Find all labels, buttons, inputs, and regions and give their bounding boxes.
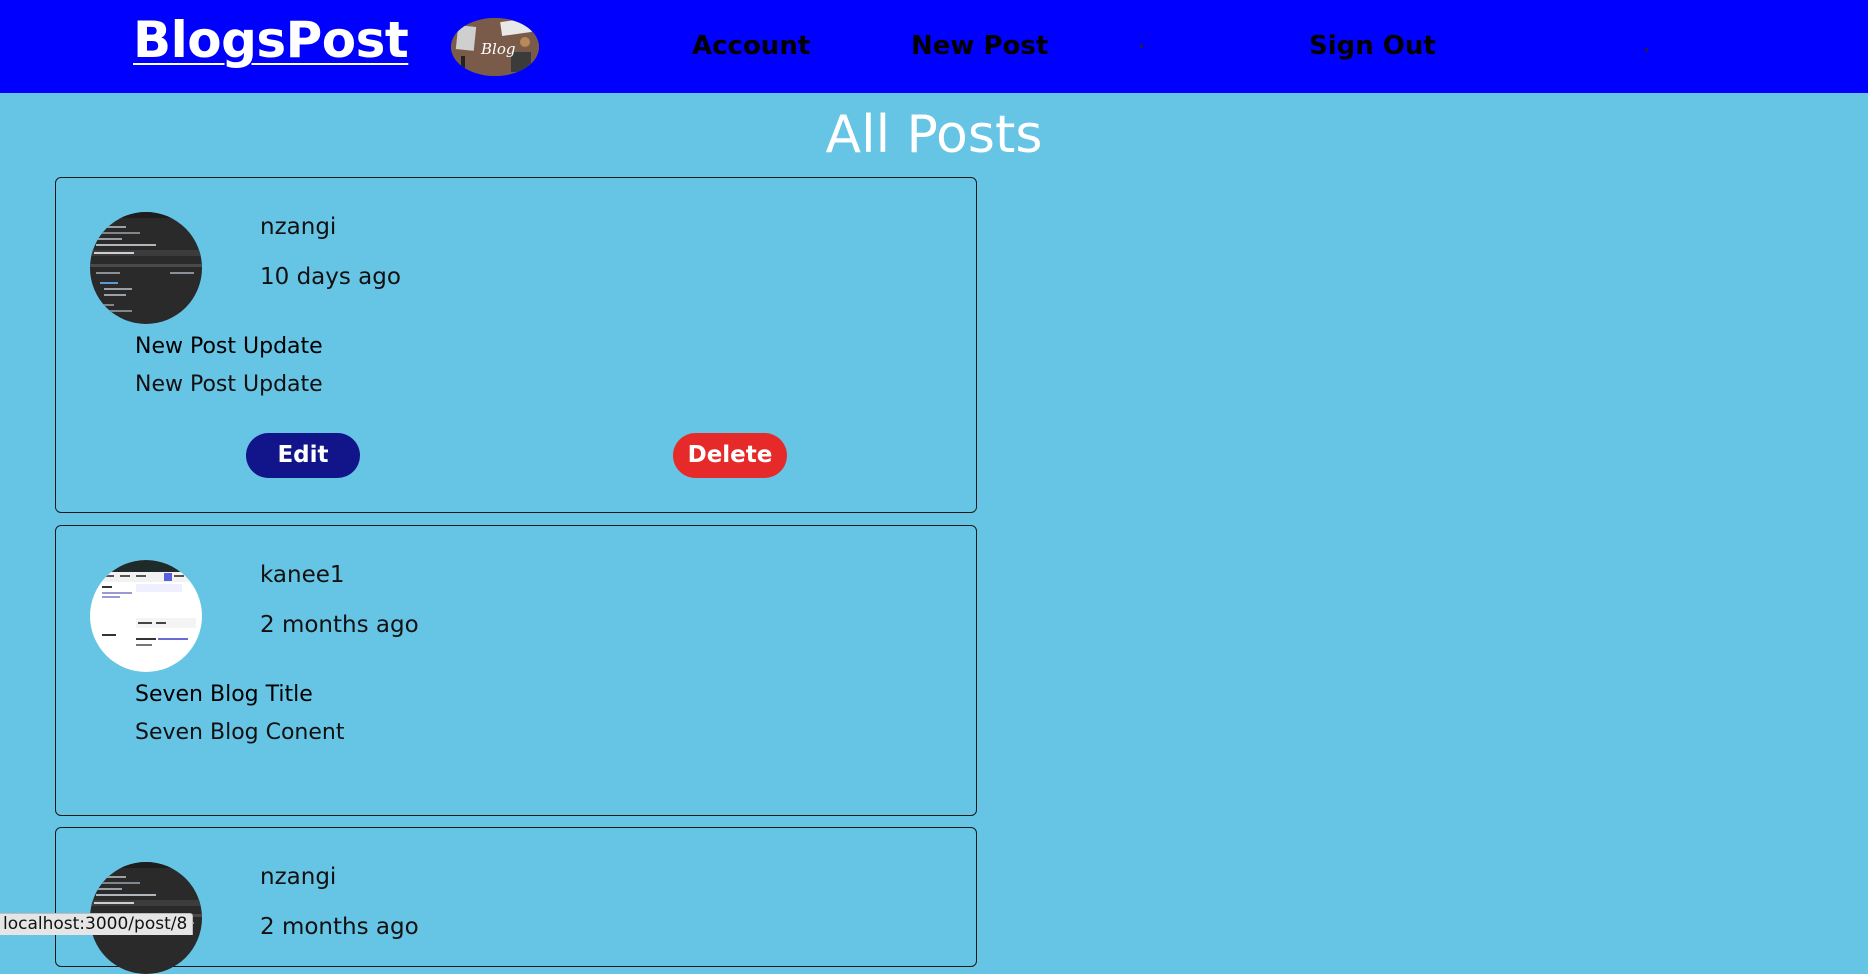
post-card: nzangi 2 months ago [55, 827, 977, 974]
post-time: 2 months ago [260, 914, 419, 940]
post-card: nzangi 10 days ago New Post Update New P… [55, 177, 977, 513]
logo-text: Blog [480, 40, 515, 58]
nav-dot-icon [1645, 48, 1648, 52]
nav-sign-out-link[interactable]: Sign Out [1309, 28, 1436, 64]
top-navbar: BlogsPost Blog Account New Post Sign Out [0, 0, 1868, 93]
blog-logo-image[interactable]: Blog [451, 18, 539, 76]
post-title[interactable]: Seven Blog Title [135, 680, 313, 710]
edit-button[interactable]: Edit [246, 433, 360, 478]
nav-dot-icon [1140, 44, 1143, 48]
delete-button[interactable]: Delete [673, 433, 787, 478]
post-author[interactable]: nzangi [260, 862, 336, 892]
post-author[interactable]: kanee1 [260, 560, 345, 590]
post-content: Seven Blog Conent [135, 720, 345, 745]
nav-account-link[interactable]: Account [692, 28, 810, 64]
nav-new-post-link[interactable]: New Post [911, 28, 1048, 64]
link-status-bar: localhost:3000/post/8 [0, 913, 194, 935]
page-title: All Posts [825, 105, 1043, 165]
post-author[interactable]: nzangi [260, 212, 336, 242]
post-time: 2 months ago [260, 612, 419, 638]
avatar [90, 560, 202, 672]
post-title[interactable]: New Post Update [135, 332, 323, 362]
avatar [90, 212, 202, 324]
post-content: New Post Update [135, 372, 323, 397]
brand-link[interactable]: BlogsPost [133, 8, 409, 72]
post-time: 10 days ago [260, 264, 401, 290]
post-card: kanee1 2 months ago Seven Blog Title Sev… [55, 525, 977, 816]
